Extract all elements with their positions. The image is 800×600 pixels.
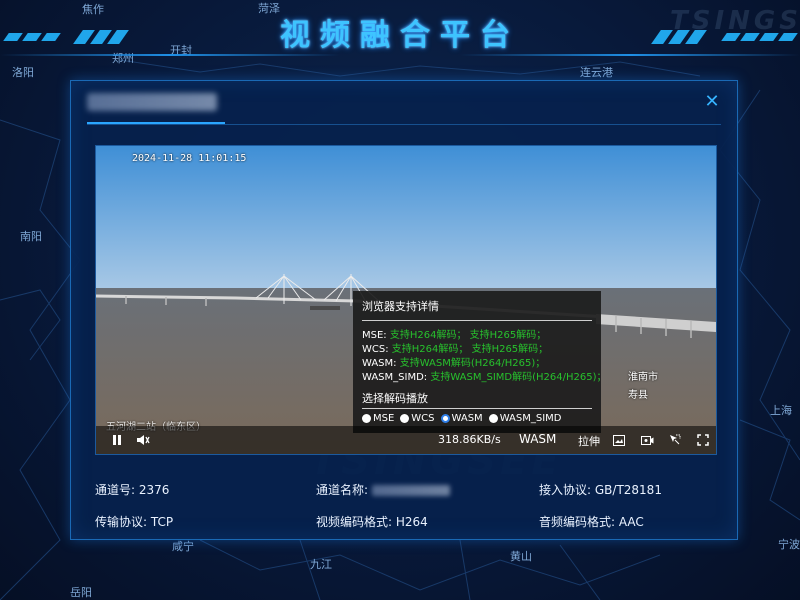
radio-label[interactable]: WASM_SIMD [500, 413, 562, 424]
info-label: 传输协议: [95, 515, 148, 529]
map-city-label: 九江 [310, 558, 332, 571]
info-access-protocol: 接入协议: GB/T28181 [539, 481, 662, 498]
support-label: WASM_SIMD: [362, 372, 428, 383]
info-value: TCP [150, 515, 174, 529]
decode-select-title: 选择解码播放 [362, 392, 428, 405]
osd-timestamp: 2024-11-28 11:01:15 [132, 153, 247, 164]
osd-place-label: 寿县 [628, 390, 648, 401]
info-label: 接入协议: [539, 483, 592, 497]
map-city-label: 洛阳 [12, 66, 34, 79]
pause-icon[interactable] [106, 429, 128, 451]
info-label: 通道号: [95, 483, 136, 497]
video-detail-modal: ✕ 2024-11-28 11:01:15 淮南市 寿县 浏览器支持详情 MSE… [70, 80, 738, 540]
decoder-radio-wasm-simd[interactable]: WASM_SIMD [488, 413, 562, 424]
player-controls: 318.86KB/s WASM 拉伸 [96, 426, 716, 454]
decoder-radio-wcs[interactable]: WCS [400, 413, 435, 424]
header-decoration-right-inner [651, 30, 707, 44]
info-video-codec: 视频编码格式: H264 [316, 513, 428, 530]
support-row-wasm-simd: WASM_SIMD: 支持WASM_SIMD解码(H264/H265)； [362, 368, 607, 383]
header: 视频融合平台 [0, 0, 800, 64]
radio-selected-icon[interactable] [440, 414, 450, 423]
support-row-wasm: WASM: 支持WASM解码(H264/H265)； [362, 354, 545, 369]
info-value: H264 [395, 515, 428, 529]
decoder-support-popup: 浏览器支持详情 MSE: 支持H264解码； 支持H265解码； WCS: 支持… [353, 291, 607, 433]
bitrate-readout: 318.86KB/s [438, 433, 501, 446]
map-city-label: 岳阳 [70, 586, 92, 599]
osd-place-label: 淮南市 [628, 372, 658, 383]
popup-title: 浏览器支持详情 [362, 300, 439, 313]
fullscreen-icon[interactable] [692, 429, 714, 451]
screenshot-icon[interactable] [608, 429, 630, 451]
video-player[interactable]: 2024-11-28 11:01:15 淮南市 寿县 五河湖二站（临东区） 浏览… [95, 145, 717, 455]
info-transport-protocol: 传输协议: TCP [95, 513, 173, 530]
mute-icon[interactable] [132, 429, 154, 451]
info-value: GB/T28181 [594, 483, 662, 497]
radio-icon[interactable] [362, 414, 371, 423]
map-city-label: 连云港 [580, 66, 613, 79]
info-audio-codec: 音频编码格式: AAC [539, 513, 644, 530]
info-channel-no: 通道号: 2376 [95, 481, 169, 498]
modal-title-redacted [87, 93, 217, 111]
support-row-mse: MSE: 支持H264解码； 支持H265解码； [362, 326, 546, 341]
header-underline-right [460, 54, 800, 56]
close-button[interactable]: ✕ [703, 93, 721, 111]
popup-divider [362, 408, 592, 409]
radio-icon[interactable] [400, 414, 410, 423]
stretch-button[interactable]: 拉伸 [578, 433, 600, 449]
record-icon[interactable] [636, 429, 658, 451]
modal-title-underline [87, 122, 225, 124]
radio-icon[interactable] [488, 414, 498, 423]
decoder-radio-wasm[interactable]: WASM [440, 413, 483, 424]
map-city-label: 咸宁 [172, 540, 194, 553]
info-label: 通道名称: [316, 483, 369, 497]
header-decoration-right [721, 33, 798, 41]
support-row-wcs: WCS: 支持H264解码； 支持H265解码； [362, 340, 548, 355]
radio-label[interactable]: WASM [452, 413, 483, 424]
map-city-label: 黄山 [510, 550, 532, 563]
zoom-select-icon[interactable] [664, 429, 686, 451]
info-value: AAC [618, 515, 644, 529]
info-channel-name: 通道名称: [316, 481, 450, 498]
info-label: 音频编码格式: [539, 515, 616, 529]
info-label: 视频编码格式: [316, 515, 393, 529]
current-decoder-button[interactable]: WASM [519, 432, 556, 446]
map-city-label: 宁波 [778, 538, 800, 551]
radio-label[interactable]: MSE [373, 413, 394, 424]
close-icon[interactable]: ✕ [704, 91, 719, 112]
map-city-label: 上海 [770, 404, 792, 417]
modal-divider [87, 124, 721, 125]
info-value: 2376 [138, 483, 170, 497]
support-value: 支持WASM_SIMD解码(H264/H265)； [430, 372, 607, 383]
header-underline-left [0, 54, 340, 56]
decoder-radio-group: MSE WCS WASM WASM_SIMD [362, 413, 561, 424]
map-city-label: 南阳 [20, 230, 42, 243]
decoder-radio-mse[interactable]: MSE [362, 413, 394, 424]
popup-divider [362, 320, 592, 321]
info-value-redacted [371, 485, 450, 496]
radio-label[interactable]: WCS [411, 413, 434, 424]
player-right-icons [608, 429, 714, 451]
